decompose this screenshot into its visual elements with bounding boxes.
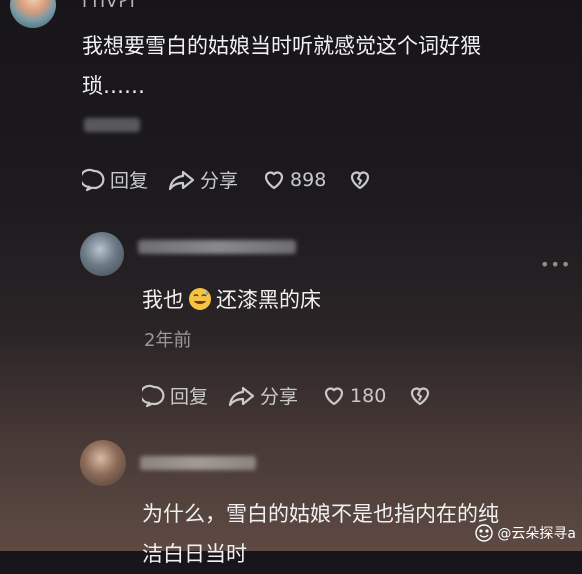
- blurred-reply-username[interactable]: [140, 456, 256, 470]
- reply-label: 回复: [170, 386, 209, 408]
- reply-text-line-2: 洁白日当时: [142, 542, 247, 566]
- reply-text-before: 我也: [142, 288, 184, 312]
- share-label: 分享: [200, 170, 239, 192]
- share-arrow-icon: [228, 386, 255, 406]
- reply-avatar[interactable]: [80, 232, 124, 276]
- reply-text-line-1: 为什么，雪白的姑娘不是也指内在的纯: [142, 502, 499, 526]
- reply-actions: 回复 分享 180: [142, 382, 432, 409]
- comment-text: 我想要雪白的姑娘当时听就感觉这个词好猥 琐……: [82, 26, 481, 106]
- reply-text: 为什么，雪白的姑娘不是也指内在的纯 洁白日当时: [142, 494, 499, 574]
- heart-icon: [324, 386, 344, 405]
- commenter-username[interactable]: ᒥᑎᐯᓰᒥ: [82, 0, 140, 12]
- blurred-reply-username[interactable]: [138, 240, 296, 254]
- dislike-button[interactable]: [348, 168, 372, 192]
- watermark-text: @云朵探寻a: [497, 526, 576, 542]
- like-button[interactable]: 180: [322, 384, 386, 408]
- share-arrow-icon: [168, 170, 195, 190]
- more-options-button[interactable]: •••: [540, 255, 571, 274]
- comment-actions: 回复 分享 898: [82, 166, 372, 193]
- comment-bubble-icon: [82, 168, 105, 191]
- sweat-smile-emoji: [189, 288, 211, 310]
- share-button[interactable]: 分享: [228, 382, 298, 409]
- share-label: 分享: [260, 386, 299, 408]
- reply-label: 回复: [110, 170, 149, 192]
- reply-button[interactable]: 回复: [82, 166, 148, 193]
- like-button[interactable]: 898: [262, 168, 326, 192]
- broken-heart-icon: [351, 170, 370, 189]
- platform-logo-icon: [475, 524, 494, 542]
- broken-heart-icon: [411, 386, 430, 405]
- comment-text-line-1: 我想要雪白的姑娘当时听就感觉这个词好猥: [82, 34, 481, 58]
- reply-text: 我也 还漆黑的床: [142, 280, 321, 320]
- commenter-avatar[interactable]: [10, 0, 56, 28]
- comment-bubble-icon: [142, 384, 165, 407]
- like-count: 180: [350, 384, 387, 407]
- blurred-location: [84, 118, 140, 132]
- reply-timestamp: 2年前: [144, 330, 192, 351]
- watermark: @云朵探寻a: [475, 523, 576, 543]
- dislike-button[interactable]: [408, 384, 432, 408]
- like-count: 898: [290, 168, 327, 191]
- comment-text-line-2: 琐……: [82, 74, 145, 98]
- reply-button[interactable]: 回复: [142, 382, 208, 409]
- share-button[interactable]: 分享: [168, 166, 238, 193]
- heart-icon: [264, 170, 284, 189]
- reply-avatar[interactable]: [80, 440, 126, 486]
- reply-text-after: 还漆黑的床: [216, 288, 321, 312]
